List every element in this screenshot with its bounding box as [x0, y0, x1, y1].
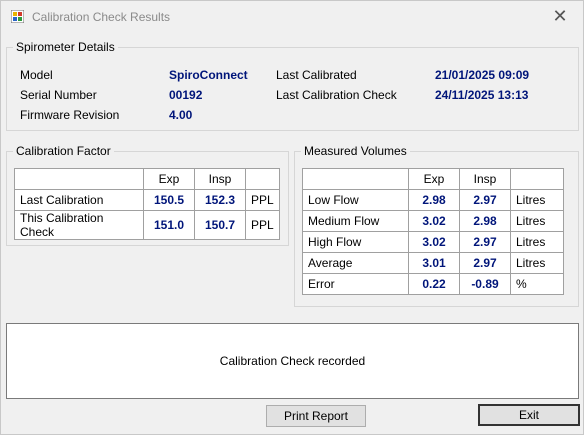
app-icon [11, 10, 24, 23]
title-bar: Calibration Check Results ✕ [1, 1, 583, 31]
unit: Litres [510, 189, 564, 211]
last-check-label: Last Calibration Check [276, 88, 397, 102]
insp-value: 2.97 [459, 189, 511, 211]
calibration-factor-table: Exp Insp Last Calibration 150.5 152.3 PP… [14, 168, 280, 240]
row-label: Last Calibration [14, 189, 144, 211]
table-cell [510, 168, 564, 190]
measured-volumes-legend: Measured Volumes [304, 144, 407, 158]
row-label: Medium Flow [302, 210, 409, 232]
table-row: High Flow 3.02 2.97 Litres [302, 231, 564, 253]
exp-value: 0.22 [408, 273, 460, 295]
table-row: Exp Insp [302, 168, 564, 190]
exp-value: 150.5 [143, 189, 195, 211]
firmware-label: Firmware Revision [20, 108, 120, 122]
unit: Litres [510, 252, 564, 274]
exp-value: 3.02 [408, 231, 460, 253]
status-message: Calibration Check recorded [219, 354, 366, 368]
row-label: Average [302, 252, 409, 274]
last-calibrated-label: Last Calibrated [276, 68, 357, 82]
table-header-insp: Insp [459, 168, 511, 190]
window-title: Calibration Check Results [32, 10, 171, 24]
table-row: Exp Insp [14, 168, 280, 190]
last-calibrated-value: 21/01/2025 09:09 [435, 68, 530, 82]
message-box: Calibration Check recorded [6, 323, 579, 399]
table-row: Medium Flow 3.02 2.98 Litres [302, 210, 564, 232]
insp-value: 152.3 [194, 189, 246, 211]
table-row: Error 0.22 -0.89 % [302, 273, 564, 295]
insp-value: 150.7 [194, 210, 246, 240]
serial-value: 00192 [169, 88, 203, 102]
measured-volumes-table: Exp Insp Low Flow 2.98 2.97 Litres Mediu… [302, 168, 564, 295]
unit: PPL [245, 210, 280, 240]
model-value: SpiroConnect [169, 68, 248, 82]
exp-value: 151.0 [143, 210, 195, 240]
row-label: Low Flow [302, 189, 409, 211]
serial-label: Serial Number [20, 88, 97, 102]
spirometer-details-legend: Spirometer Details [16, 40, 115, 54]
row-label: Error [302, 273, 409, 295]
table-header-exp: Exp [143, 168, 195, 190]
row-label: High Flow [302, 231, 409, 253]
insp-value: 2.98 [459, 210, 511, 232]
row-label: This Calibration Check [14, 210, 144, 240]
unit: % [510, 273, 564, 295]
table-row: Last Calibration 150.5 152.3 PPL [14, 189, 280, 211]
table-cell [302, 168, 409, 190]
table-row: Low Flow 2.98 2.97 Litres [302, 189, 564, 211]
table-row: This Calibration Check 151.0 150.7 PPL [14, 210, 280, 240]
model-label: Model [20, 68, 53, 82]
calibration-factor-legend: Calibration Factor [16, 144, 111, 158]
insp-value: 2.97 [459, 231, 511, 253]
table-cell [245, 168, 280, 190]
close-icon[interactable]: ✕ [537, 1, 583, 31]
exp-value: 2.98 [408, 189, 460, 211]
unit: Litres [510, 210, 564, 232]
exp-value: 3.01 [408, 252, 460, 274]
table-header-exp: Exp [408, 168, 460, 190]
table-row: Average 3.01 2.97 Litres [302, 252, 564, 274]
unit: PPL [245, 189, 280, 211]
table-cell [14, 168, 144, 190]
table-header-insp: Insp [194, 168, 246, 190]
exit-button[interactable]: Exit [478, 404, 580, 426]
print-report-button[interactable]: Print Report [266, 405, 366, 427]
exp-value: 3.02 [408, 210, 460, 232]
unit: Litres [510, 231, 564, 253]
firmware-value: 4.00 [169, 108, 193, 122]
dialog-window: Calibration Check Results ✕ Spirometer D… [0, 0, 584, 435]
last-check-value: 24/11/2025 13:13 [435, 88, 529, 102]
insp-value: -0.89 [459, 273, 511, 295]
insp-value: 2.97 [459, 252, 511, 274]
